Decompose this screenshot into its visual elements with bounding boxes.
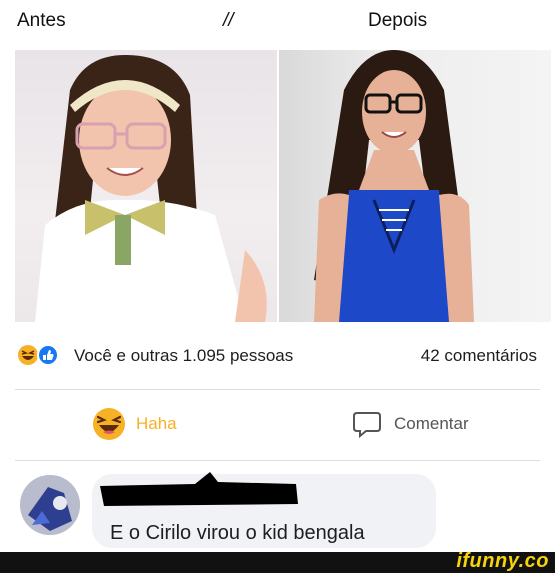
post-actions: Haha Comentar xyxy=(0,395,555,455)
divider xyxy=(15,389,540,390)
comment-text: E o Cirilo virou o kid bengala xyxy=(110,522,365,544)
before-after-header: Antes // Depois xyxy=(0,0,555,48)
avatar[interactable] xyxy=(20,475,80,535)
before-label: Antes xyxy=(17,10,66,31)
haha-label: Haha xyxy=(136,414,177,433)
comment-bubble[interactable]: E o Cirilo virou o kid bengala xyxy=(92,472,436,548)
haha-reaction-button[interactable]: Haha xyxy=(92,405,242,443)
before-photo[interactable] xyxy=(15,50,277,322)
watermark-bar: ifunny.co xyxy=(0,550,555,573)
redacted-name xyxy=(100,472,298,506)
reactions-text[interactable]: Você e outras 1.095 pessoas xyxy=(74,346,293,366)
comment-label: Comentar xyxy=(394,414,469,433)
after-photo[interactable] xyxy=(279,50,551,322)
before-photo-illustration xyxy=(35,55,267,322)
haha-icon xyxy=(18,345,38,365)
reactions-stats-row: Você e outras 1.095 pessoas 42 comentári… xyxy=(0,334,555,374)
comment-item: E o Cirilo virou o kid bengala xyxy=(0,466,555,551)
haha-icon xyxy=(93,408,125,440)
ifunny-watermark: ifunny.co xyxy=(456,550,549,572)
comment-button[interactable]: Comentar xyxy=(352,405,502,443)
reaction-icons[interactable] xyxy=(17,344,67,366)
divider xyxy=(15,460,540,461)
after-photo-illustration xyxy=(314,50,474,322)
after-label: Depois xyxy=(368,10,428,31)
comment-bubble-icon xyxy=(353,412,381,439)
separator-label: // xyxy=(223,10,234,31)
avatar-image xyxy=(20,475,80,535)
comments-count[interactable]: 42 comentários xyxy=(421,346,537,366)
